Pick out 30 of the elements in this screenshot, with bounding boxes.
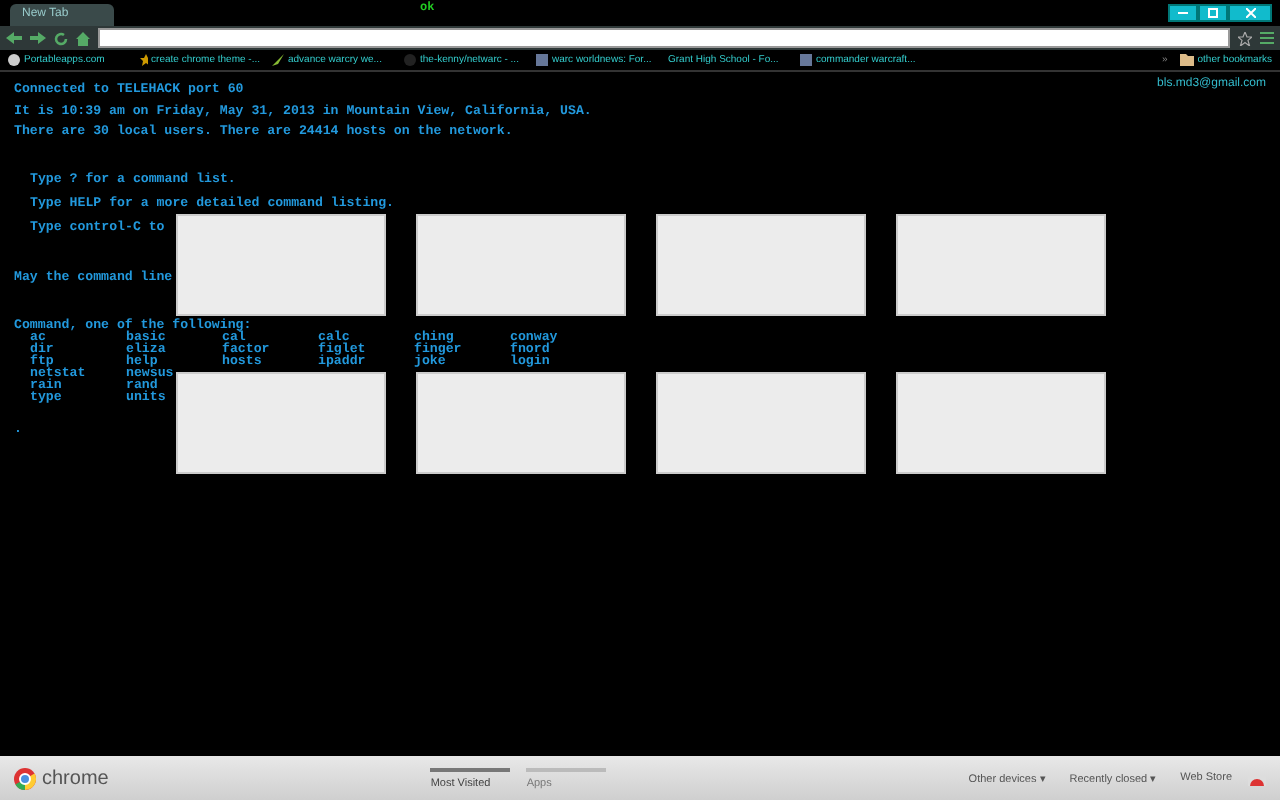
home-icon[interactable] [76,31,90,45]
chrome-wordmark: chrome [42,767,109,789]
circle-icon [404,54,416,66]
star-icon [140,54,148,66]
leaf-icon [272,54,284,66]
back-icon[interactable] [6,32,22,44]
thumbnail-tile[interactable] [656,214,866,316]
thumbnail-tile[interactable] [416,214,626,316]
thumbnail-tile[interactable] [176,214,386,316]
image-icon [800,54,812,66]
maximize-button[interactable] [1198,4,1228,22]
minimize-button[interactable] [1168,4,1198,22]
star-icon[interactable] [1238,31,1252,45]
chrome-logo-icon [14,767,36,789]
forward-icon[interactable] [30,32,46,44]
globe-icon [8,54,20,66]
folder-icon [1179,54,1194,66]
address-field[interactable] [98,28,1230,48]
thumbnail-tile[interactable] [656,372,866,474]
thumbnail-tile[interactable] [896,372,1106,474]
thumbnail-tile[interactable] [416,372,626,474]
close-icon [1245,8,1255,18]
maximize-icon [1208,8,1218,18]
thumbnail-tile[interactable] [896,214,1106,316]
close-button[interactable] [1228,4,1272,22]
image-icon [536,54,548,66]
thumbnail-tile[interactable] [176,372,386,474]
menu-icon[interactable] [1260,32,1274,44]
minimize-icon [1178,11,1188,15]
reload-icon[interactable] [54,31,68,45]
